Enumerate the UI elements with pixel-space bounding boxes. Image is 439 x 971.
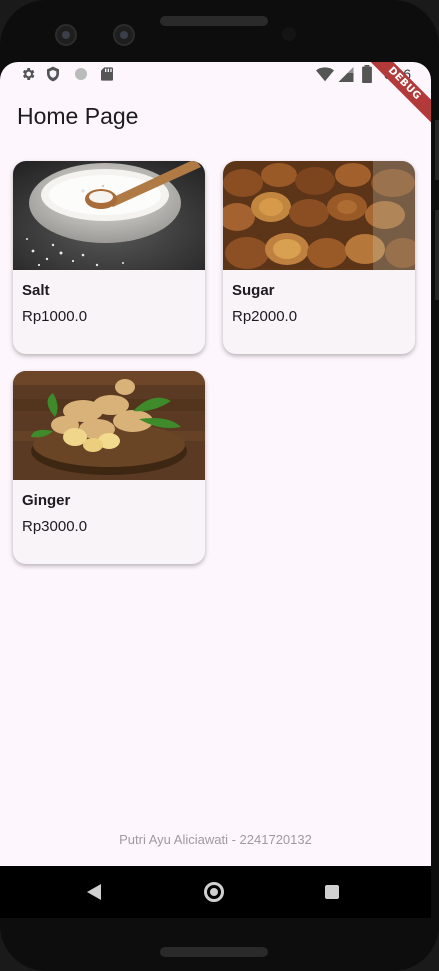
bottom-speaker xyxy=(160,947,268,957)
proximity-sensor-icon xyxy=(282,27,296,41)
navigation-bar xyxy=(0,866,431,918)
front-camera-icon xyxy=(55,24,77,46)
circle-icon xyxy=(75,68,87,80)
product-name: Ginger xyxy=(22,492,71,509)
settings-icon xyxy=(22,68,35,80)
phone-frame: 6:06 DEBUG Home Page xyxy=(0,0,439,971)
product-price: Rp3000.0 xyxy=(22,518,88,535)
volume-button xyxy=(435,120,439,180)
product-card-ginger[interactable]: Ginger Rp3000.0 xyxy=(13,371,205,564)
footer-credit: Putri Ayu Aliciawati - 2241720132 xyxy=(119,832,312,847)
signal-icon xyxy=(338,67,354,82)
sd-card-icon xyxy=(101,67,113,81)
recents-icon[interactable] xyxy=(325,885,339,899)
power-button xyxy=(435,210,439,300)
product-card-salt[interactable]: Salt Rp1000.0 xyxy=(13,161,205,354)
home-icon[interactable] xyxy=(204,882,224,902)
status-bar: 6:06 xyxy=(0,62,431,88)
battery-icon xyxy=(362,65,372,83)
ginger-image xyxy=(13,371,205,480)
front-sensor-icon xyxy=(113,24,135,46)
salt-bowl-image xyxy=(13,161,205,270)
product-name: Salt xyxy=(22,282,50,299)
palm-sugar-image xyxy=(223,161,415,270)
shield-icon xyxy=(47,66,59,82)
phone-top-bezel xyxy=(0,0,439,62)
product-price: Rp2000.0 xyxy=(232,308,298,325)
wifi-icon xyxy=(316,67,334,82)
page-title: Home Page xyxy=(17,103,139,129)
app-screen: 6:06 DEBUG Home Page xyxy=(0,62,431,918)
earpiece-speaker xyxy=(160,16,268,26)
back-icon[interactable] xyxy=(87,884,101,900)
product-card-sugar[interactable]: Sugar Rp2000.0 xyxy=(223,161,415,354)
product-name: Sugar xyxy=(232,282,275,299)
product-price: Rp1000.0 xyxy=(22,308,88,325)
